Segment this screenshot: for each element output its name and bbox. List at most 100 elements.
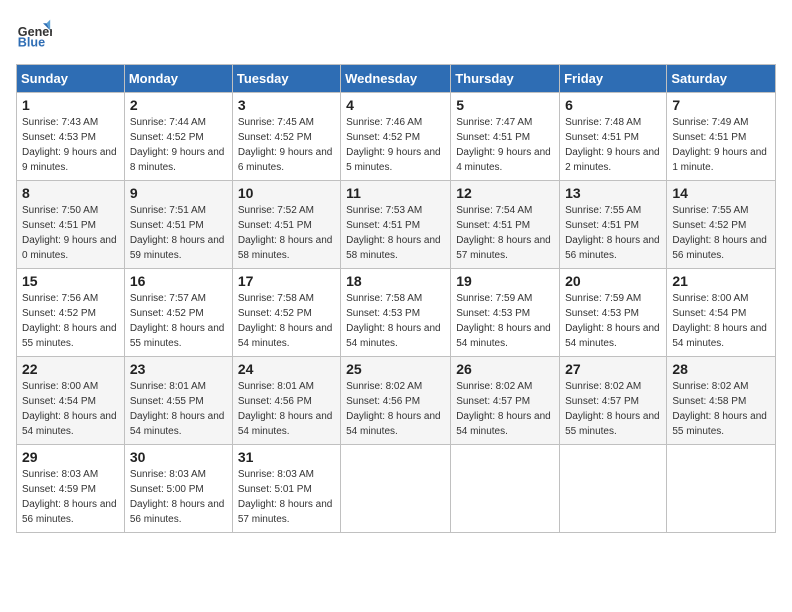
calendar-cell: 12 Sunrise: 7:54 AMSunset: 4:51 PMDaylig… <box>451 181 560 269</box>
day-info: Sunrise: 8:01 AMSunset: 4:55 PMDaylight:… <box>130 379 227 439</box>
calendar-cell: 21 Sunrise: 8:00 AMSunset: 4:54 PMDaylig… <box>667 269 776 357</box>
day-number: 29 <box>22 449 119 465</box>
calendar-cell: 5 Sunrise: 7:47 AMSunset: 4:51 PMDayligh… <box>451 93 560 181</box>
weekday-header-saturday: Saturday <box>667 65 776 93</box>
day-number: 9 <box>130 185 227 201</box>
logo: General Blue <box>16 16 58 52</box>
calendar-cell: 9 Sunrise: 7:51 AMSunset: 4:51 PMDayligh… <box>124 181 232 269</box>
calendar-cell: 15 Sunrise: 7:56 AMSunset: 4:52 PMDaylig… <box>17 269 125 357</box>
calendar-cell: 7 Sunrise: 7:49 AMSunset: 4:51 PMDayligh… <box>667 93 776 181</box>
day-number: 27 <box>565 361 661 377</box>
day-info: Sunrise: 7:54 AMSunset: 4:51 PMDaylight:… <box>456 203 554 263</box>
day-number: 11 <box>346 185 445 201</box>
day-number: 15 <box>22 273 119 289</box>
day-info: Sunrise: 8:02 AMSunset: 4:57 PMDaylight:… <box>456 379 554 439</box>
day-number: 12 <box>456 185 554 201</box>
weekday-header-friday: Friday <box>560 65 667 93</box>
day-number: 16 <box>130 273 227 289</box>
weekday-header-row: SundayMondayTuesdayWednesdayThursdayFrid… <box>17 65 776 93</box>
calendar-cell: 31 Sunrise: 8:03 AMSunset: 5:01 PMDaylig… <box>232 445 340 533</box>
calendar-cell: 26 Sunrise: 8:02 AMSunset: 4:57 PMDaylig… <box>451 357 560 445</box>
calendar-cell: 6 Sunrise: 7:48 AMSunset: 4:51 PMDayligh… <box>560 93 667 181</box>
calendar-cell: 23 Sunrise: 8:01 AMSunset: 4:55 PMDaylig… <box>124 357 232 445</box>
day-info: Sunrise: 8:00 AMSunset: 4:54 PMDaylight:… <box>672 291 770 351</box>
day-number: 8 <box>22 185 119 201</box>
day-info: Sunrise: 7:52 AMSunset: 4:51 PMDaylight:… <box>238 203 335 263</box>
weekday-header-monday: Monday <box>124 65 232 93</box>
day-info: Sunrise: 7:56 AMSunset: 4:52 PMDaylight:… <box>22 291 119 351</box>
day-info: Sunrise: 7:59 AMSunset: 4:53 PMDaylight:… <box>456 291 554 351</box>
day-info: Sunrise: 8:01 AMSunset: 4:56 PMDaylight:… <box>238 379 335 439</box>
day-info: Sunrise: 8:02 AMSunset: 4:56 PMDaylight:… <box>346 379 445 439</box>
weekday-header-tuesday: Tuesday <box>232 65 340 93</box>
day-info: Sunrise: 7:53 AMSunset: 4:51 PMDaylight:… <box>346 203 445 263</box>
calendar-week-row: 1 Sunrise: 7:43 AMSunset: 4:53 PMDayligh… <box>17 93 776 181</box>
day-info: Sunrise: 7:58 AMSunset: 4:53 PMDaylight:… <box>346 291 445 351</box>
day-info: Sunrise: 7:57 AMSunset: 4:52 PMDaylight:… <box>130 291 227 351</box>
day-info: Sunrise: 8:02 AMSunset: 4:58 PMDaylight:… <box>672 379 770 439</box>
day-info: Sunrise: 8:03 AMSunset: 4:59 PMDaylight:… <box>22 467 119 527</box>
logo-icon: General Blue <box>16 16 52 52</box>
day-info: Sunrise: 8:02 AMSunset: 4:57 PMDaylight:… <box>565 379 661 439</box>
day-info: Sunrise: 7:47 AMSunset: 4:51 PMDaylight:… <box>456 115 554 175</box>
day-info: Sunrise: 7:51 AMSunset: 4:51 PMDaylight:… <box>130 203 227 263</box>
day-info: Sunrise: 8:03 AMSunset: 5:01 PMDaylight:… <box>238 467 335 527</box>
day-number: 24 <box>238 361 335 377</box>
calendar-table: SundayMondayTuesdayWednesdayThursdayFrid… <box>16 64 776 533</box>
calendar-cell: 8 Sunrise: 7:50 AMSunset: 4:51 PMDayligh… <box>17 181 125 269</box>
day-number: 26 <box>456 361 554 377</box>
day-number: 30 <box>130 449 227 465</box>
calendar-cell: 17 Sunrise: 7:58 AMSunset: 4:52 PMDaylig… <box>232 269 340 357</box>
day-info: Sunrise: 7:50 AMSunset: 4:51 PMDaylight:… <box>22 203 119 263</box>
day-info: Sunrise: 8:00 AMSunset: 4:54 PMDaylight:… <box>22 379 119 439</box>
day-info: Sunrise: 7:55 AMSunset: 4:52 PMDaylight:… <box>672 203 770 263</box>
weekday-header-thursday: Thursday <box>451 65 560 93</box>
day-number: 18 <box>346 273 445 289</box>
calendar-cell: 28 Sunrise: 8:02 AMSunset: 4:58 PMDaylig… <box>667 357 776 445</box>
calendar-cell: 13 Sunrise: 7:55 AMSunset: 4:51 PMDaylig… <box>560 181 667 269</box>
day-number: 1 <box>22 97 119 113</box>
calendar-week-row: 8 Sunrise: 7:50 AMSunset: 4:51 PMDayligh… <box>17 181 776 269</box>
calendar-cell <box>667 445 776 533</box>
day-info: Sunrise: 7:59 AMSunset: 4:53 PMDaylight:… <box>565 291 661 351</box>
calendar-cell: 30 Sunrise: 8:03 AMSunset: 5:00 PMDaylig… <box>124 445 232 533</box>
calendar-cell: 25 Sunrise: 8:02 AMSunset: 4:56 PMDaylig… <box>341 357 451 445</box>
svg-text:Blue: Blue <box>18 36 45 50</box>
day-info: Sunrise: 7:44 AMSunset: 4:52 PMDaylight:… <box>130 115 227 175</box>
day-number: 20 <box>565 273 661 289</box>
calendar-cell: 3 Sunrise: 7:45 AMSunset: 4:52 PMDayligh… <box>232 93 340 181</box>
day-number: 14 <box>672 185 770 201</box>
day-number: 7 <box>672 97 770 113</box>
day-number: 4 <box>346 97 445 113</box>
calendar-cell: 11 Sunrise: 7:53 AMSunset: 4:51 PMDaylig… <box>341 181 451 269</box>
day-number: 10 <box>238 185 335 201</box>
day-number: 28 <box>672 361 770 377</box>
weekday-header-wednesday: Wednesday <box>341 65 451 93</box>
calendar-cell: 22 Sunrise: 8:00 AMSunset: 4:54 PMDaylig… <box>17 357 125 445</box>
calendar-cell: 16 Sunrise: 7:57 AMSunset: 4:52 PMDaylig… <box>124 269 232 357</box>
page-header: General Blue <box>16 16 776 52</box>
day-number: 2 <box>130 97 227 113</box>
calendar-cell: 29 Sunrise: 8:03 AMSunset: 4:59 PMDaylig… <box>17 445 125 533</box>
day-info: Sunrise: 8:03 AMSunset: 5:00 PMDaylight:… <box>130 467 227 527</box>
day-number: 6 <box>565 97 661 113</box>
calendar-cell: 14 Sunrise: 7:55 AMSunset: 4:52 PMDaylig… <box>667 181 776 269</box>
day-info: Sunrise: 7:43 AMSunset: 4:53 PMDaylight:… <box>22 115 119 175</box>
day-info: Sunrise: 7:58 AMSunset: 4:52 PMDaylight:… <box>238 291 335 351</box>
calendar-cell: 27 Sunrise: 8:02 AMSunset: 4:57 PMDaylig… <box>560 357 667 445</box>
calendar-cell <box>451 445 560 533</box>
calendar-cell <box>560 445 667 533</box>
calendar-cell: 4 Sunrise: 7:46 AMSunset: 4:52 PMDayligh… <box>341 93 451 181</box>
calendar-week-row: 29 Sunrise: 8:03 AMSunset: 4:59 PMDaylig… <box>17 445 776 533</box>
calendar-cell: 2 Sunrise: 7:44 AMSunset: 4:52 PMDayligh… <box>124 93 232 181</box>
day-number: 13 <box>565 185 661 201</box>
day-info: Sunrise: 7:55 AMSunset: 4:51 PMDaylight:… <box>565 203 661 263</box>
calendar-cell: 1 Sunrise: 7:43 AMSunset: 4:53 PMDayligh… <box>17 93 125 181</box>
calendar-week-row: 22 Sunrise: 8:00 AMSunset: 4:54 PMDaylig… <box>17 357 776 445</box>
day-number: 25 <box>346 361 445 377</box>
calendar-cell <box>341 445 451 533</box>
calendar-cell: 18 Sunrise: 7:58 AMSunset: 4:53 PMDaylig… <box>341 269 451 357</box>
day-info: Sunrise: 7:49 AMSunset: 4:51 PMDaylight:… <box>672 115 770 175</box>
day-info: Sunrise: 7:46 AMSunset: 4:52 PMDaylight:… <box>346 115 445 175</box>
day-number: 19 <box>456 273 554 289</box>
